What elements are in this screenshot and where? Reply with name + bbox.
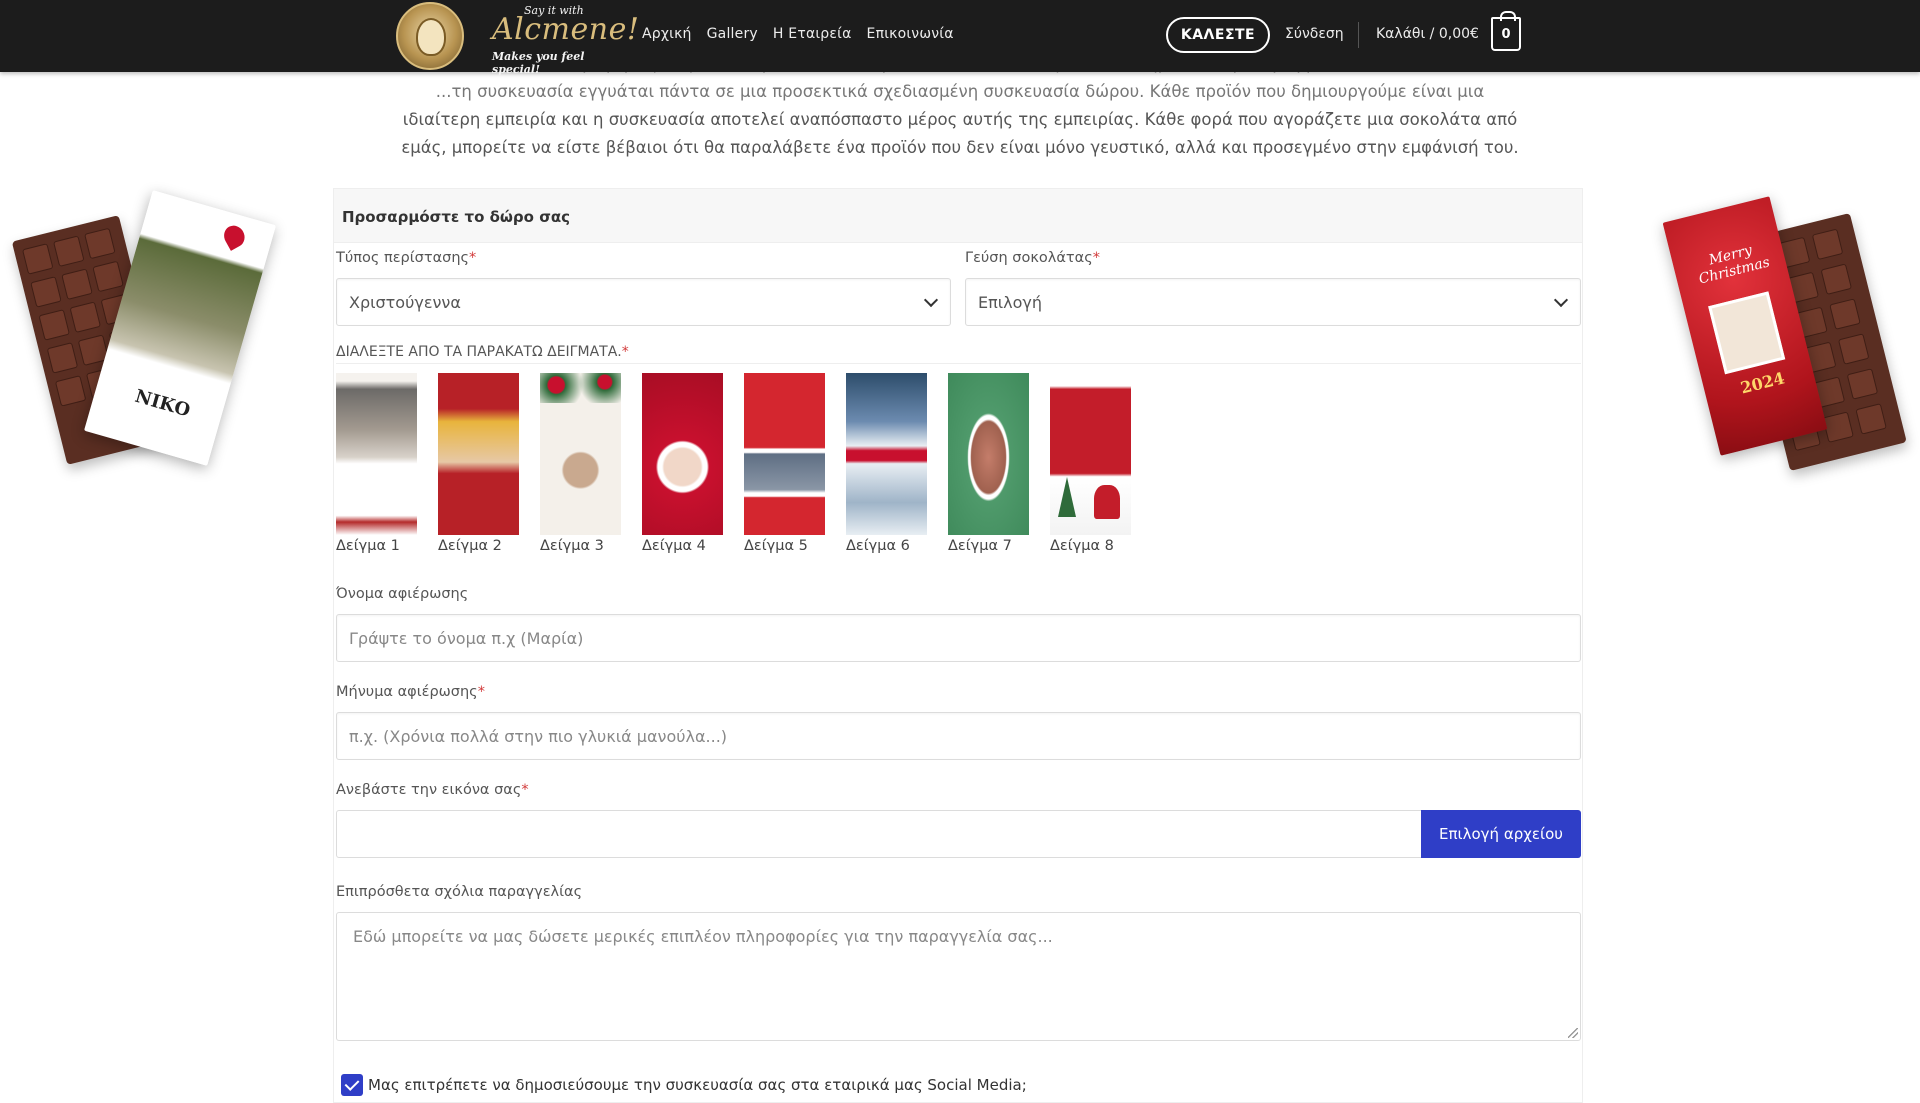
sample-label-5: Δείγμα 5 — [744, 538, 808, 554]
occasion-value: Χριστούγεννα — [349, 293, 461, 312]
sample-label-8: Δείγμα 8 — [1050, 538, 1114, 554]
flavor-label: Γεύση σοκολάτας* — [965, 250, 1100, 266]
order-notes-label: Επιπρόσθετα σχόλια παραγγελίας — [336, 884, 583, 900]
sample-card-5[interactable] — [744, 373, 825, 535]
cart-bag-icon[interactable]: 0 — [1491, 11, 1521, 51]
sample-label-4: Δείγμα 4 — [642, 538, 706, 554]
site-header: Say it with Alcmene! Makes you feel spec… — [0, 0, 1920, 76]
order-notes-placeholder: Εδώ μπορείτε να μας δώσετε μερικές επιπλ… — [353, 927, 1053, 946]
dedication-message-placeholder: π.χ. (Χρόνια πολλά στην πιο γλυκιά μανού… — [349, 727, 728, 746]
sample-thumbnail — [1050, 373, 1131, 535]
resize-grip-icon[interactable] — [1568, 1028, 1578, 1038]
dedication-message-input[interactable]: π.χ. (Χρόνια πολλά στην πιο γλυκιά μανού… — [336, 712, 1581, 760]
sample-thumbnail — [642, 373, 723, 535]
call-button[interactable]: ΚΑΛΕΣΤΕ — [1166, 17, 1270, 53]
site-logo[interactable]: Say it with Alcmene! Makes you feel spec… — [396, 2, 639, 76]
sample-card-8[interactable] — [1050, 373, 1131, 535]
decorative-chocolate-right: Merry Christmas 2024 — [1660, 196, 1920, 480]
sample-label-7: Δείγμα 7 — [948, 538, 1012, 554]
dedication-name-placeholder: Γράψτε το όνομα π.χ (Μαρία) — [349, 629, 584, 648]
sample-card-1[interactable] — [336, 373, 417, 535]
sample-card-4[interactable] — [642, 373, 723, 535]
sample-card-7[interactable] — [948, 373, 1029, 535]
right-wrap-greeting: Merry Christmas — [1697, 242, 1772, 288]
nav-item-home[interactable]: Αρχική — [642, 26, 692, 42]
flavor-value: Επιλογή — [978, 293, 1043, 312]
sample-label-6: Δείγμα 6 — [846, 538, 910, 554]
sample-label-3: Δείγμα 3 — [540, 538, 604, 554]
choose-file-button[interactable]: Επιλογή αρχείου — [1421, 810, 1581, 858]
chevron-down-icon — [923, 292, 939, 308]
samples-divider — [336, 363, 1581, 364]
main-nav: Αρχική Gallery Η Εταιρεία Επικοινωνία — [642, 26, 954, 42]
sample-label-1: Δείγμα 1 — [336, 538, 400, 554]
sample-thumbnail — [744, 373, 825, 535]
dedication-name-label: Όνομα αφιέρωσης — [336, 586, 469, 602]
logo-name: Alcmene! — [492, 12, 640, 47]
nav-item-contact[interactable]: Επικοινωνία — [867, 26, 954, 42]
left-wrap-name: ΝΙΚΟ — [132, 385, 193, 422]
occasion-select[interactable]: Χριστούγεννα — [336, 278, 951, 326]
sample-card-6[interactable] — [846, 373, 927, 535]
sample-thumbnail — [336, 373, 417, 535]
social-consent-checkbox[interactable] — [341, 1074, 363, 1096]
samples-label: ΔΙΑΛΕΞΤΕ ΑΠΟ ΤΑ ΠΑΡΑΚΑΤΩ ΔΕΙΓΜΑΤΑ.* — [336, 344, 629, 360]
intro-line-3: ιδιαίτερη εμπειρία και η συσκευασία αποτ… — [402, 110, 1518, 129]
form-title: Προσαρμόστε το δώρο σας — [342, 208, 571, 226]
intro-line-4: εμάς, μπορείτε να είστε βέβαιοι ότι θα π… — [401, 138, 1519, 157]
dedication-name-input[interactable]: Γράψτε το όνομα π.χ (Μαρία) — [336, 614, 1581, 662]
login-link[interactable]: Σύνδεση — [1285, 26, 1344, 42]
nav-item-company[interactable]: Η Εταιρεία — [773, 26, 852, 42]
social-consent-label[interactable]: Μας επιτρέπετε να δημοσιεύσουμε την συσκ… — [368, 1076, 1027, 1094]
sample-card-3[interactable] — [540, 373, 621, 535]
logo-tagline-bottom: Makes you feel special! — [492, 50, 585, 76]
sample-thumbnail — [948, 373, 1029, 535]
header-divider — [1358, 22, 1359, 48]
right-wrap-year: 2024 — [1738, 368, 1787, 398]
cart-link[interactable]: Καλάθι / 0,00€ — [1376, 26, 1479, 42]
decorative-chocolate-left: ΝΙΚΟ — [11, 190, 298, 475]
intro-line-2: ...τη συσκευασία εγγυάται πάντα σε μια π… — [435, 82, 1485, 101]
form-header: Προσαρμόστε το δώρο σας — [334, 189, 1582, 243]
sample-label-2: Δείγμα 2 — [438, 538, 502, 554]
upload-label: Ανεβάστε την εικόνα σας* — [336, 782, 529, 798]
sample-thumbnail — [438, 373, 519, 535]
flavor-select[interactable]: Επιλογή — [965, 278, 1581, 326]
sample-thumbnail — [846, 373, 927, 535]
cart-count: 0 — [1501, 26, 1511, 42]
upload-file-field[interactable]: Επιλογή αρχείου — [336, 810, 1581, 858]
nav-item-gallery[interactable]: Gallery — [707, 26, 758, 42]
logo-medallion-icon — [396, 2, 464, 70]
heart-icon — [220, 221, 249, 251]
chevron-down-icon — [1553, 292, 1569, 308]
occasion-label: Τύπος περίστασης* — [336, 250, 477, 266]
dedication-message-label: Μήνυμα αφιέρωσης* — [336, 684, 485, 700]
sample-thumbnail — [540, 373, 621, 535]
order-notes-textarea[interactable]: Εδώ μπορείτε να μας δώσετε μερικές επιπλ… — [336, 912, 1581, 1041]
sample-card-2[interactable] — [438, 373, 519, 535]
